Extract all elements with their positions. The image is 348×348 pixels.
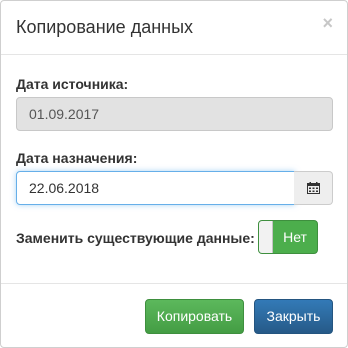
replace-data-label: Заменить существующие данные: xyxy=(16,230,255,246)
source-date-field xyxy=(16,97,333,131)
calendar-button[interactable] xyxy=(294,171,333,205)
replace-data-toggle[interactable]: Нет xyxy=(258,220,318,254)
source-date-label: Дата источника: xyxy=(16,76,129,92)
copy-button[interactable]: Копировать xyxy=(145,299,244,334)
footer-divider xyxy=(1,283,347,284)
toggle-state-text: Нет xyxy=(283,229,307,245)
dialog-title: Копирование данных xyxy=(16,17,194,37)
calendar-icon xyxy=(306,182,320,194)
copy-data-dialog: Копирование данных × Дата источника: Дат… xyxy=(0,0,348,348)
close-icon[interactable]: × xyxy=(322,14,333,32)
target-date-label: Дата назначения: xyxy=(16,150,138,166)
dialog-header: Копирование данных × xyxy=(1,1,347,55)
toggle-handle[interactable] xyxy=(259,221,273,253)
close-button[interactable]: Закрыть xyxy=(254,299,333,334)
target-date-field[interactable] xyxy=(16,171,295,205)
